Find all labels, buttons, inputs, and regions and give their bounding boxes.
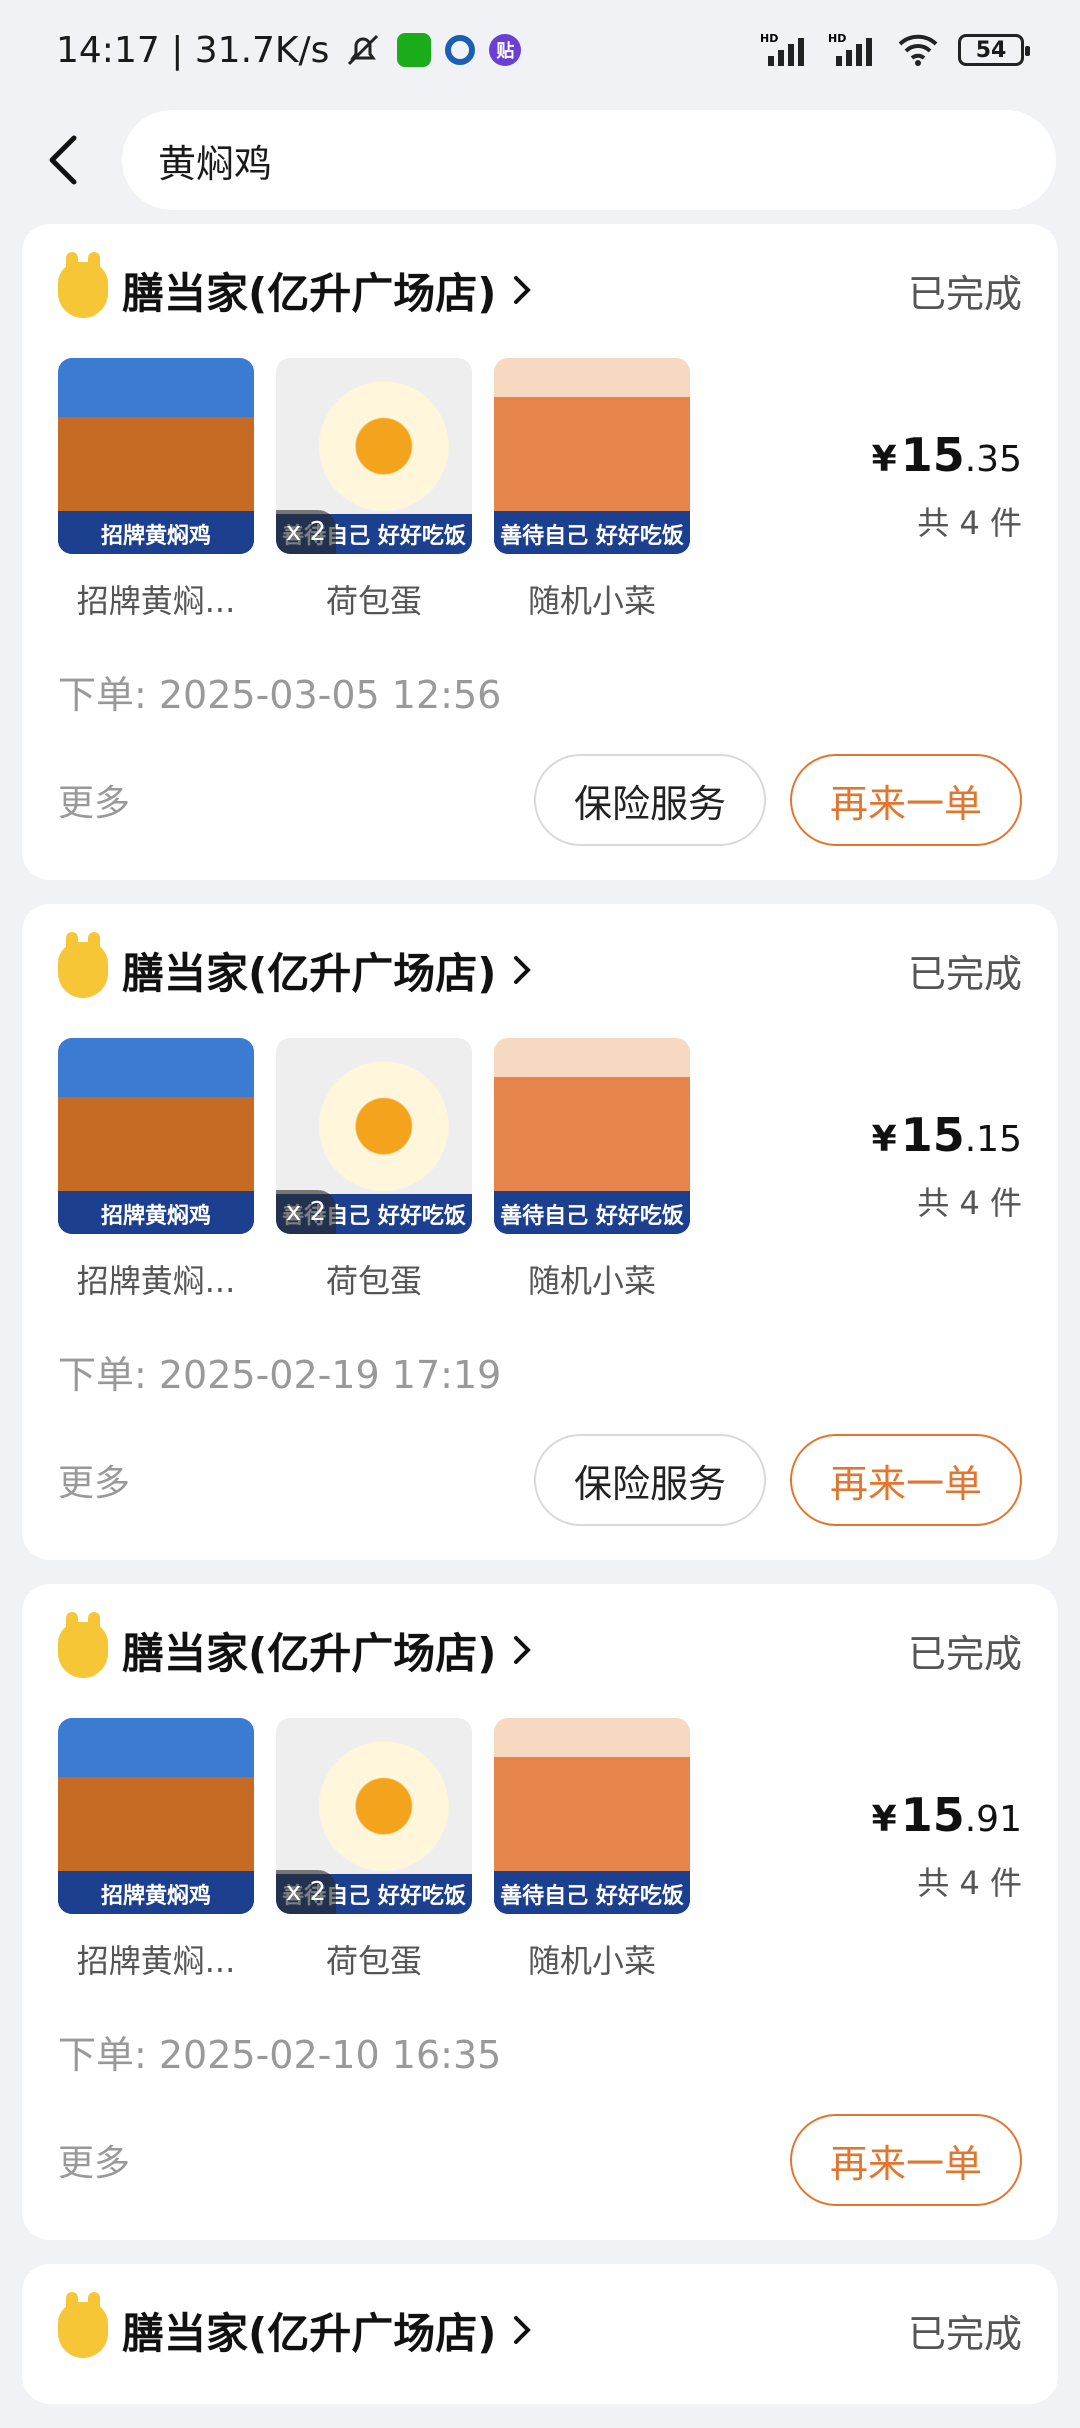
item-thumbnail: 善待自己 好好吃饭 x 2 (276, 1718, 472, 1914)
search-query: 黄焖鸡 (158, 141, 273, 186)
back-arrow-icon (49, 135, 77, 185)
item-name: 荷包蛋 (325, 1942, 422, 1980)
shop-logo-icon (58, 1612, 108, 1678)
order-time: 下单: 2025-02-19 17:19 (58, 1353, 502, 1397)
item-name: 荷包蛋 (325, 1262, 422, 1300)
tieba-icon: 贴 (489, 34, 522, 66)
shop-name[interactable]: 膳当家(亿升广场店) (122, 2300, 496, 2361)
thumb-band: 善待自己 好好吃饭 (494, 514, 690, 554)
mute-bell-icon (343, 30, 383, 70)
shop-logo-icon (58, 932, 108, 998)
wifi-icon (896, 32, 940, 68)
order-item[interactable]: 善待自己 好好吃饭 x 2 荷包蛋 (276, 1038, 472, 1302)
more-button[interactable]: 更多 (58, 1454, 130, 1506)
item-thumbnail: 善待自己 好好吃饭 x 2 (276, 1038, 472, 1234)
more-button[interactable]: 更多 (58, 774, 130, 826)
thumb-band: 招牌黄焖鸡 (58, 1194, 254, 1234)
order-item[interactable]: 招牌黄焖鸡 招牌黄焖... (58, 1038, 254, 1302)
quantity-badge: x 2 (276, 1870, 336, 1914)
item-name: 招牌黄焖... (76, 1942, 236, 1980)
shop-name[interactable]: 膳当家(亿升广场店) (122, 1620, 496, 1681)
wechat-icon (397, 33, 432, 67)
signal-icon: HD (760, 32, 810, 68)
item-count: 共 4 件 (917, 1184, 1022, 1222)
item-thumbnail: 善待自己 好好吃饭 (494, 1038, 690, 1234)
thumb-band: 善待自己 好好吃饭 (494, 1194, 690, 1234)
order-item[interactable]: 善待自己 好好吃饭 随机小菜 (494, 1038, 690, 1302)
item-name: 随机小菜 (527, 582, 656, 620)
item-name: 招牌黄焖... (76, 582, 236, 620)
order-price: ¥15.91 (871, 1788, 1022, 1842)
order-item[interactable]: 善待自己 好好吃饭 x 2 荷包蛋 (276, 1718, 472, 1982)
order-card[interactable]: 膳当家(亿升广场店) 已完成 招牌黄焖鸡 招牌黄焖... 善待自己 好好吃饭 x … (22, 904, 1058, 1560)
status-time-speed: 14:17 | 31.7K/s (56, 29, 330, 71)
order-status: 已完成 (907, 1631, 1022, 1676)
item-name: 随机小菜 (527, 1942, 656, 1980)
order-price: ¥15.35 (871, 428, 1022, 482)
order-list: 膳当家(亿升广场店) 已完成 招牌黄焖鸡 招牌黄焖... 善待自己 好好吃饭 x … (22, 224, 1058, 2428)
price-block: ¥15.91 共 4 件 (872, 1788, 1022, 1904)
hd-label: HD (760, 32, 778, 45)
item-count: 共 4 件 (917, 1864, 1022, 1902)
back-button[interactable] (44, 120, 100, 200)
reorder-button[interactable]: 再来一单 (790, 2114, 1022, 2206)
thumb-band: 招牌黄焖鸡 (58, 1874, 254, 1914)
chevron-right-icon[interactable] (510, 1630, 540, 1670)
price-block: ¥15.15 共 4 件 (872, 1108, 1022, 1224)
chevron-right-icon[interactable] (510, 2310, 540, 2350)
item-name: 荷包蛋 (325, 582, 422, 620)
item-count: 共 4 件 (917, 504, 1022, 542)
order-item[interactable]: 招牌黄焖鸡 招牌黄焖... (58, 358, 254, 622)
chevron-right-icon[interactable] (510, 270, 540, 310)
insurance-button[interactable]: 保险服务 (534, 754, 766, 846)
search-input[interactable]: 黄焖鸡 (122, 110, 1056, 210)
chevron-right-icon[interactable] (510, 950, 540, 990)
order-item[interactable]: 善待自己 好好吃饭 x 2 荷包蛋 (276, 358, 472, 622)
order-card[interactable]: 膳当家(亿升广场店) 已完成 (22, 2264, 1058, 2404)
status-bar: 14:17 | 31.7K/s 贴 HD HD 54 (0, 0, 1080, 100)
app-c-icon (445, 35, 476, 65)
item-thumbnail: 招牌黄焖鸡 (58, 1038, 254, 1234)
insurance-button[interactable]: 保险服务 (534, 1434, 766, 1526)
order-status: 已完成 (907, 2311, 1022, 2356)
signal-icon-2: HD (828, 32, 878, 68)
shop-logo-icon (58, 2292, 108, 2358)
price-block: ¥15.35 共 4 件 (872, 428, 1022, 544)
order-card[interactable]: 膳当家(亿升广场店) 已完成 招牌黄焖鸡 招牌黄焖... 善待自己 好好吃饭 x … (22, 224, 1058, 880)
thumb-band: 善待自己 好好吃饭 (494, 1874, 690, 1914)
search-header: 黄焖鸡 (0, 100, 1080, 220)
order-item[interactable]: 善待自己 好好吃饭 随机小菜 (494, 1718, 690, 1982)
order-time: 下单: 2025-02-10 16:35 (58, 2033, 502, 2077)
order-item[interactable]: 善待自己 好好吃饭 随机小菜 (494, 358, 690, 622)
thumb-band: 招牌黄焖鸡 (58, 514, 254, 554)
shop-logo-icon (58, 252, 108, 318)
more-button[interactable]: 更多 (58, 2134, 130, 2186)
order-status: 已完成 (907, 951, 1022, 996)
order-time: 下单: 2025-03-05 12:56 (58, 673, 502, 717)
reorder-button[interactable]: 再来一单 (790, 754, 1022, 846)
item-thumbnail: 招牌黄焖鸡 (58, 358, 254, 554)
order-status: 已完成 (907, 271, 1022, 316)
order-item[interactable]: 招牌黄焖鸡 招牌黄焖... (58, 1718, 254, 1982)
reorder-button[interactable]: 再来一单 (790, 1434, 1022, 1526)
battery-icon: 54 (958, 34, 1030, 66)
item-thumbnail: 善待自己 好好吃饭 x 2 (276, 358, 472, 554)
order-price: ¥15.15 (871, 1108, 1022, 1162)
item-thumbnail: 善待自己 好好吃饭 (494, 358, 690, 554)
battery-level: 54 (975, 37, 1007, 63)
order-card[interactable]: 膳当家(亿升广场店) 已完成 招牌黄焖鸡 招牌黄焖... 善待自己 好好吃饭 x … (22, 1584, 1058, 2240)
shop-name[interactable]: 膳当家(亿升广场店) (122, 940, 496, 1001)
item-name: 招牌黄焖... (76, 1262, 236, 1300)
item-thumbnail: 善待自己 好好吃饭 (494, 1718, 690, 1914)
quantity-badge: x 2 (276, 510, 336, 554)
hd-label-2: HD (828, 32, 846, 45)
item-thumbnail: 招牌黄焖鸡 (58, 1718, 254, 1914)
item-name: 随机小菜 (527, 1262, 656, 1300)
quantity-badge: x 2 (276, 1190, 336, 1234)
shop-name[interactable]: 膳当家(亿升广场店) (122, 260, 496, 321)
